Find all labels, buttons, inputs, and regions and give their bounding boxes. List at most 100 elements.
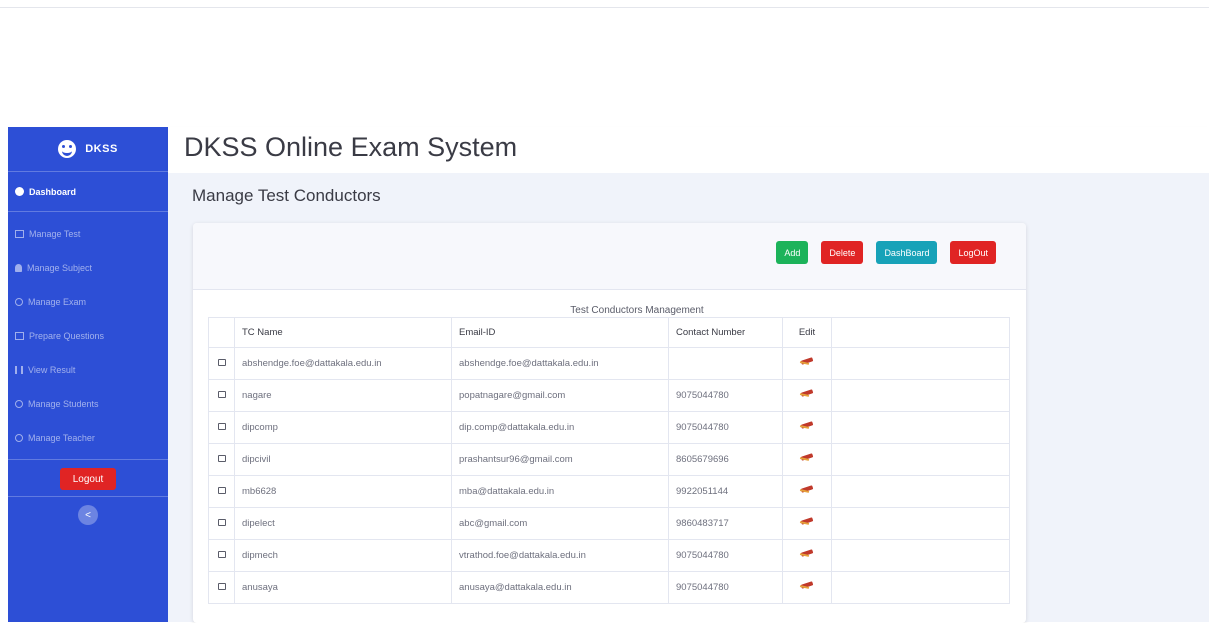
sidebar-item-manage-subject[interactable]: Manage Subject	[8, 251, 168, 285]
tc-name-cell: mb6628	[234, 475, 452, 508]
email-cell: vtrathod.foe@dattakala.edu.in	[451, 539, 669, 572]
sidebar-item-prepare-questions[interactable]: Prepare Questions	[8, 319, 168, 353]
email-cell: anusaya@dattakala.edu.in	[451, 571, 669, 604]
sidebar-logout-button[interactable]: Logout	[60, 468, 116, 490]
sidebar-item-manage-students[interactable]: Manage Students	[8, 387, 168, 421]
sidebar-divider	[8, 459, 168, 460]
email-cell: dip.comp@dattakala.edu.in	[451, 411, 669, 444]
edit-icon[interactable]	[799, 453, 815, 463]
user-icon	[15, 264, 22, 272]
tc-name-cell: anusaya	[234, 571, 452, 604]
contact-cell: 9075044780	[668, 379, 783, 412]
row-checkbox[interactable]	[217, 359, 226, 366]
row-checkbox[interactable]	[217, 487, 226, 494]
action-buttons: Add Delete DashBoard LogOut	[776, 241, 996, 264]
sidebar-item-view-result[interactable]: View Result	[8, 353, 168, 387]
dashboard-icon	[15, 187, 24, 196]
contact-cell: 9922051144	[668, 475, 783, 508]
tc-name-cell: nagare	[234, 379, 452, 412]
sidebar-item-label: Manage Teacher	[28, 433, 95, 443]
column-header-select	[208, 317, 235, 348]
row-checkbox[interactable]	[217, 551, 226, 558]
table-row: dipmech vtrathod.foe@dattakala.edu.in 90…	[208, 539, 1010, 572]
row-checkbox[interactable]	[217, 391, 226, 398]
edit-icon[interactable]	[799, 389, 815, 399]
blank-cell	[831, 379, 1010, 412]
edit-icon[interactable]	[799, 421, 815, 431]
contact-cell: 9075044780	[668, 411, 783, 444]
sidebar-item-label: Manage Exam	[28, 297, 87, 307]
sidebar-item-label: Manage Subject	[27, 263, 93, 273]
row-checkbox[interactable]	[217, 423, 226, 430]
blank-cell	[831, 571, 1010, 604]
row-checkbox[interactable]	[217, 519, 226, 526]
row-checkbox[interactable]	[217, 455, 226, 462]
sidebar-item-label: Prepare Questions	[29, 331, 105, 341]
table-row: dipcivil prashantsur96@gmail.com 8605679…	[208, 443, 1010, 476]
contact-cell	[668, 347, 783, 380]
sidebar-divider	[8, 496, 168, 497]
sidebar: DKSS Dashboard Manage Test Manage Subjec…	[8, 127, 168, 622]
column-header-contact: Contact Number	[668, 317, 783, 348]
table-row: mb6628 mba@dattakala.edu.in 9922051144	[208, 475, 1010, 508]
sidebar-item-manage-exam[interactable]: Manage Exam	[8, 285, 168, 319]
top-strip	[0, 0, 1209, 8]
logout-button[interactable]: LogOut	[950, 241, 996, 264]
dashboard-button[interactable]: DashBoard	[876, 241, 938, 264]
table-row: abshendge.foe@dattakala.edu.in abshendge…	[208, 347, 1010, 380]
grid-icon	[15, 332, 24, 340]
delete-button[interactable]: Delete	[821, 241, 864, 264]
sidebar-item-label: Dashboard	[29, 186, 77, 197]
edit-icon[interactable]	[799, 549, 815, 559]
row-checkbox[interactable]	[217, 583, 226, 590]
contact-cell: 9075044780	[668, 571, 783, 604]
edit-icon[interactable]	[799, 485, 815, 495]
main-content: Manage Test Conductors Add Delete DashBo…	[168, 173, 1209, 623]
table-header-row: TC Name Email-ID Contact Number Edit	[208, 317, 1010, 348]
brand-name: DKSS	[85, 143, 118, 155]
sidebar-item-dashboard[interactable]: Dashboard	[8, 172, 168, 212]
bars-icon	[15, 366, 23, 374]
app-title: DKSS Online Exam System	[184, 132, 518, 162]
sidebar-item-manage-teacher[interactable]: Manage Teacher	[8, 421, 168, 455]
blank-cell	[831, 475, 1010, 508]
tc-name-cell: dipcomp	[234, 411, 452, 444]
contact-cell: 9860483717	[668, 507, 783, 540]
tc-name-cell: dipelect	[234, 507, 452, 540]
email-cell: prashantsur96@gmail.com	[451, 443, 669, 476]
column-header-blank	[831, 317, 1010, 348]
tc-name-cell: dipmech	[234, 539, 452, 572]
grid-icon	[15, 230, 24, 238]
blank-cell	[831, 443, 1010, 476]
circle-icon	[15, 298, 23, 306]
edit-icon[interactable]	[799, 357, 815, 367]
table-caption: Test Conductors Management	[570, 305, 704, 316]
test-conductors-table: TC Name Email-ID Contact Number Edit abs…	[208, 317, 1010, 604]
test-conductors-card: Add Delete DashBoard LogOut Test Conduct…	[193, 223, 1026, 623]
column-header-email: Email-ID	[451, 317, 669, 348]
blank-cell	[831, 507, 1010, 540]
edit-icon[interactable]	[799, 517, 815, 527]
sidebar-item-label: Manage Test	[29, 229, 81, 239]
sidebar-collapse-button[interactable]: <	[78, 505, 98, 525]
brand[interactable]: DKSS	[8, 127, 168, 172]
table-row: anusaya anusaya@dattakala.edu.in 9075044…	[208, 571, 1010, 604]
email-cell: mba@dattakala.edu.in	[451, 475, 669, 508]
blank-cell	[831, 411, 1010, 444]
table-row: dipcomp dip.comp@dattakala.edu.in 907504…	[208, 411, 1010, 444]
blank-cell	[831, 539, 1010, 572]
contact-cell: 8605679696	[668, 443, 783, 476]
edit-icon[interactable]	[799, 581, 815, 591]
table-row: dipelect abc@gmail.com 9860483717	[208, 507, 1010, 540]
sidebar-item-manage-test[interactable]: Manage Test	[8, 217, 168, 251]
column-header-edit: Edit	[782, 317, 832, 348]
tc-name-cell: dipcivil	[234, 443, 452, 476]
page-title: Manage Test Conductors	[192, 186, 381, 205]
topbar: DKSS Online Exam System	[168, 127, 1209, 173]
add-button[interactable]: Add	[776, 241, 809, 264]
contact-cell: 9075044780	[668, 539, 783, 572]
email-cell: popatnagare@gmail.com	[451, 379, 669, 412]
blank-cell	[831, 347, 1010, 380]
circle-icon	[15, 400, 23, 408]
column-header-tc-name: TC Name	[234, 317, 452, 348]
